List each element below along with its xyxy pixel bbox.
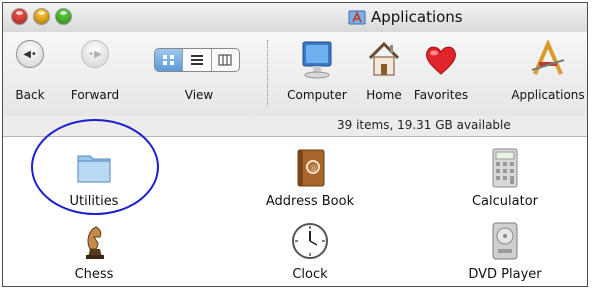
folder-icon [77, 155, 111, 183]
item-address-book[interactable]: @ Address Book [235, 146, 385, 209]
applications-button[interactable] [529, 40, 567, 80]
back-label: Back [15, 88, 45, 102]
minimize-window-button[interactable] [34, 9, 49, 24]
window-title-text: Applications [371, 8, 463, 26]
favorites-button[interactable] [423, 40, 459, 80]
item-calculator[interactable]: Calculator [430, 146, 580, 209]
item-dvd-player[interactable]: DVD Player [430, 219, 580, 282]
item-label: Chess [74, 267, 114, 282]
toolbar: ◀• Back •▶ Forward View Computer Home Fa… [3, 32, 587, 117]
window-title: Applications [348, 8, 463, 26]
toolbar-separator [267, 40, 268, 106]
item-label: Clock [292, 267, 328, 282]
forward-arrow-icon[interactable]: •▶ [81, 40, 109, 68]
status-bar: 39 items, 19.31 GB available [3, 116, 587, 137]
finder-window: Applications ◀• Back •▶ Forward View Com… [2, 2, 588, 287]
view-segmented-control[interactable] [154, 48, 240, 72]
item-clock[interactable]: Clock [235, 219, 385, 282]
home-button[interactable] [366, 40, 402, 80]
back-button[interactable]: ◀• [16, 40, 44, 68]
back-arrow-icon[interactable]: ◀• [16, 40, 44, 68]
dvd-player-icon [492, 222, 518, 260]
view-label: View [184, 88, 214, 102]
column-view-button[interactable] [212, 49, 239, 71]
list-view-button[interactable] [183, 49, 212, 71]
icon-view-icon [162, 55, 174, 65]
heart-icon [426, 46, 456, 75]
zoom-window-button[interactable] [56, 9, 71, 24]
applications-folder-icon [348, 10, 366, 25]
chess-icon [86, 226, 104, 259]
close-window-button[interactable] [12, 9, 27, 24]
address-book-icon: @ [297, 149, 325, 187]
forward-label: Forward [70, 88, 120, 102]
item-label: Utilities [69, 194, 119, 209]
computer-label: Computer [287, 88, 347, 102]
computer-button[interactable] [299, 40, 335, 80]
forward-button[interactable]: •▶ [81, 40, 109, 68]
column-view-icon [218, 54, 232, 66]
item-label: Address Book [265, 194, 355, 209]
clock-icon [292, 223, 328, 259]
status-text: 39 items, 19.31 GB available [337, 118, 511, 132]
svg-text:@: @ [310, 164, 317, 172]
item-label: DVD Player [468, 267, 542, 282]
home-icon [368, 41, 400, 76]
item-chess[interactable]: Chess [19, 219, 169, 282]
computer-icon [302, 41, 332, 79]
home-label: Home [366, 88, 402, 102]
item-utilities[interactable]: Utilities [19, 146, 169, 209]
title-bar[interactable]: Applications [3, 3, 587, 33]
calculator-icon [492, 148, 518, 188]
favorites-label: Favorites [413, 88, 469, 102]
item-label: Calculator [471, 194, 538, 209]
icon-view-button[interactable] [155, 49, 184, 71]
applications-label: Applications [511, 88, 585, 102]
applications-icon [531, 40, 565, 75]
list-view-icon [190, 55, 203, 65]
